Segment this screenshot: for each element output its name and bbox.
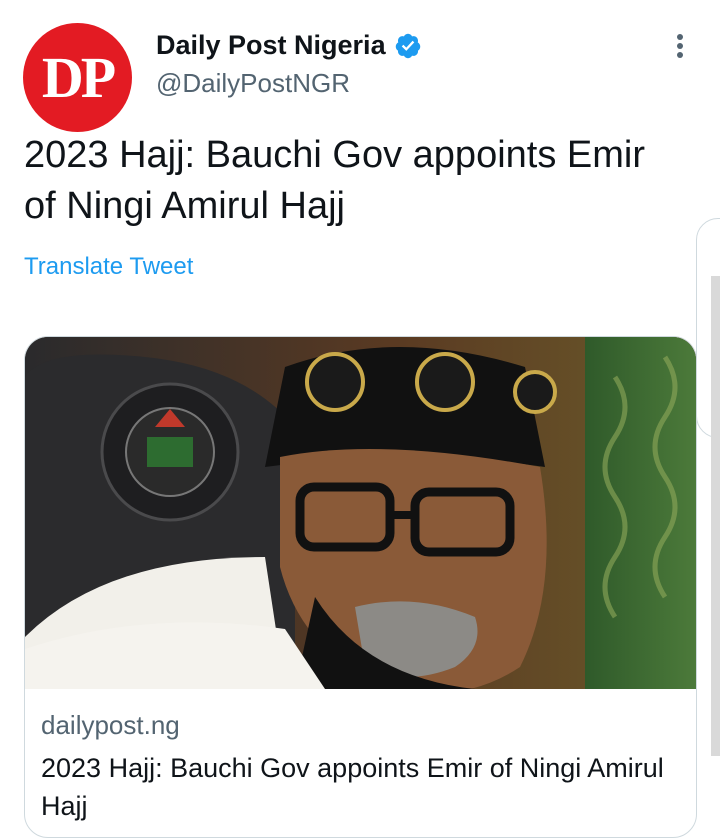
avatar-logo-text: DP [41,45,116,110]
card-domain: dailypost.ng [41,710,180,740]
tweet-text: 2023 Hajj: Bauchi Gov appoints Emir of N… [24,134,645,227]
author-handle[interactable]: @DailyPostNGR [156,68,350,99]
card-meta: dailypost.ng 2023 Hajj: Bauchi Gov appoi… [41,709,680,825]
link-preview-card[interactable]: dailypost.ng 2023 Hajj: Bauchi Gov appoi… [24,336,697,838]
card-title[interactable]: 2023 Hajj: Bauchi Gov appoints Emir of N… [41,749,680,825]
article-photo [25,337,696,689]
more-options-icon[interactable] [666,30,694,62]
scrollbar[interactable] [711,276,720,756]
author-display-name[interactable]: Daily Post Nigeria [156,30,386,61]
card-image[interactable] [25,337,696,689]
verified-badge-icon [395,33,420,58]
author-name-row: Daily Post Nigeria [156,30,422,61]
translate-tweet-link[interactable]: Translate Tweet [24,253,193,281]
avatar[interactable]: DP [23,23,132,132]
